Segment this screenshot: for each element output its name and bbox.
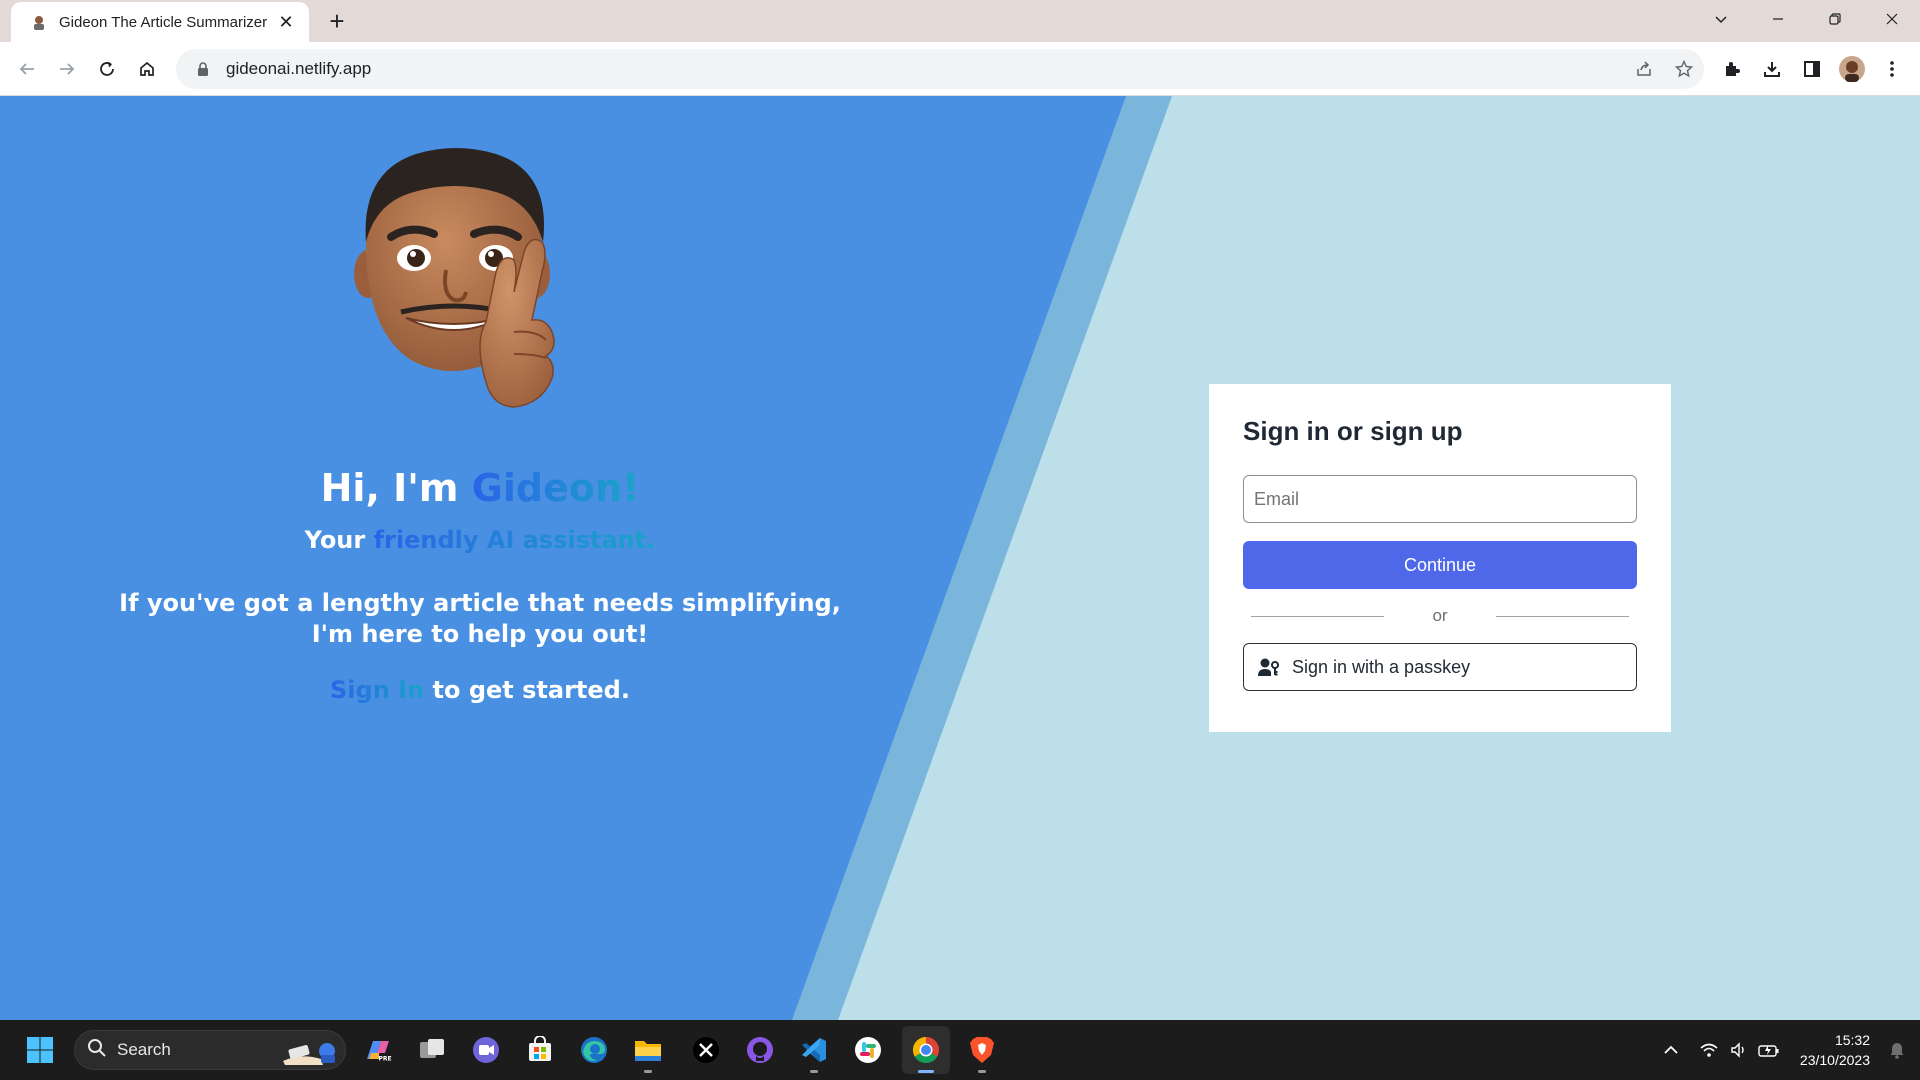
volume-icon[interactable] [1724,1030,1754,1070]
slack-icon[interactable] [844,1026,892,1074]
search-icon [87,1038,107,1063]
divider-line-left [1251,615,1384,617]
passkey-label: Sign in with a passkey [1292,656,1471,677]
hero-section: Hi, I'm Gideon! Your friendly AI assista… [0,96,960,1020]
tagline-highlight: friendly AI assistant. [373,526,656,554]
sign-in-link[interactable]: Sign In [330,676,424,704]
side-panel-icon[interactable] [1794,51,1830,87]
chrome-icon[interactable] [902,1026,950,1074]
auth-heading: Sign in or sign up [1243,416,1463,446]
edge-icon[interactable] [570,1026,618,1074]
or-label: or [1432,606,1448,625]
continue-button[interactable]: Continue [1243,541,1637,589]
windows-taskbar: Search PRE 15:32 23/10/2023 [0,1020,1920,1080]
brave-icon[interactable] [958,1026,1006,1074]
site-favicon-icon [29,12,49,32]
address-bar[interactable]: gideonai.netlify.app [176,49,1704,89]
home-icon[interactable] [129,51,165,87]
x-icon[interactable] [682,1026,730,1074]
greeting-name: Gideon! [471,466,640,510]
running-indicator [644,1070,652,1073]
description-line-1: If you've got a lengthy article that nee… [119,589,841,617]
chrome-menu-icon[interactable] [1874,51,1910,87]
web-page: Hi, I'm Gideon! Your friendly AI assista… [0,96,1920,1020]
browser-tab[interactable]: Gideon The Article Summarizer ✕ [11,2,309,42]
lock-icon[interactable] [194,60,212,78]
minimize-icon[interactable] [1749,0,1806,38]
clock-date: 23/10/2023 [1799,1052,1870,1068]
running-indicator [810,1070,818,1073]
browser-toolbar: gideonai.netlify.app [0,42,1920,96]
download-icon[interactable] [1754,51,1790,87]
extensions-icon[interactable] [1714,51,1750,87]
hero-greeting: Hi, I'm Gideon! [0,466,960,510]
search-label: Search [117,1040,171,1059]
auth-card: Sign in or sign up Continue or Sign in w… [1209,384,1671,732]
system-tray: 15:32 23/10/2023 [1656,1020,1920,1080]
window-controls [1692,0,1920,38]
description-line-2: I'm here to help you out! [311,620,649,648]
passkey-button[interactable]: Sign in with a passkey [1243,643,1637,691]
notification-bell-icon[interactable] [1882,1030,1912,1070]
reload-icon[interactable] [89,51,125,87]
hero-cta: Sign In to get started. [0,676,960,704]
divider-line-right [1496,615,1629,617]
taskbar-search[interactable]: Search [74,1030,346,1070]
windows-start-icon[interactable] [16,1026,64,1074]
tab-title: Gideon The Article Summarizer [59,13,268,31]
or-divider: or [1243,603,1637,629]
copilot-icon[interactable]: PRE [354,1026,402,1074]
bookmark-star-icon[interactable] [1664,49,1704,89]
svg-text:PRE: PRE [378,1056,391,1063]
vscode-icon[interactable] [790,1026,838,1074]
github-icon[interactable] [736,1026,784,1074]
teams-chat-icon[interactable] [462,1026,510,1074]
hero-tagline: Your friendly AI assistant. [0,526,960,554]
active-indicator [918,1070,934,1073]
tab-search-icon[interactable] [1692,0,1749,38]
chevron-up-icon[interactable] [1656,1030,1686,1070]
forward-icon[interactable] [49,51,85,87]
search-highlight-icon [283,1043,335,1065]
battery-icon[interactable] [1754,1030,1784,1070]
clock-time: 15:32 [1834,1032,1870,1048]
passkey-icon [1258,656,1280,678]
new-tab-icon[interactable]: + [322,6,352,36]
url-text: gideonai.netlify.app [226,59,372,78]
gideon-avatar [354,148,555,408]
restore-icon[interactable] [1806,0,1863,38]
cta-suffix: to get started. [424,676,630,704]
share-icon[interactable] [1624,49,1664,89]
close-window-icon[interactable] [1863,0,1920,38]
taskbar-clock[interactable]: 15:32 23/10/2023 [1784,1030,1882,1070]
wifi-icon[interactable] [1694,1030,1724,1070]
task-view-icon[interactable] [408,1026,456,1074]
tab-close-icon[interactable]: ✕ [275,11,297,33]
tagline-prefix: Your [304,526,374,554]
store-icon[interactable] [516,1026,564,1074]
profile-avatar[interactable] [1834,51,1870,87]
browser-tab-strip: Gideon The Article Summarizer ✕ + [0,0,1920,42]
back-icon[interactable] [9,51,45,87]
running-indicator [978,1070,986,1073]
hero-description: If you've got a lengthy article that nee… [0,588,960,650]
greeting-prefix: Hi, I'm [320,466,472,510]
file-explorer-icon[interactable] [624,1026,672,1074]
email-field[interactable] [1243,475,1637,523]
